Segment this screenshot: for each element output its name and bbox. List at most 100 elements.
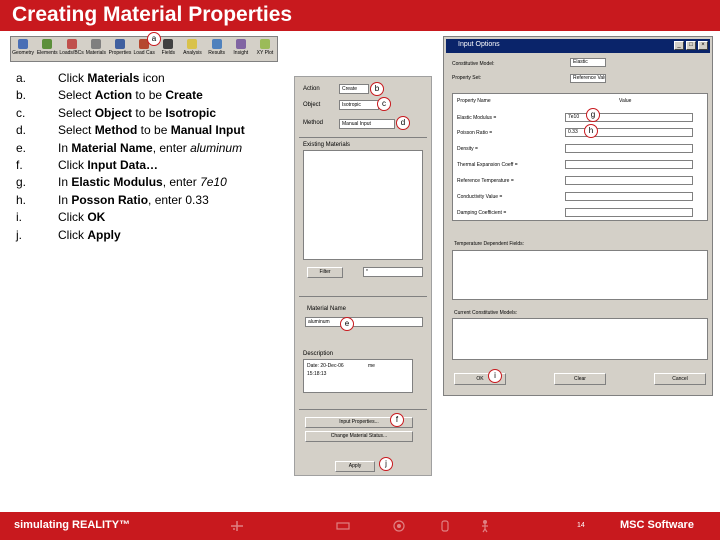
msc-software-logo: MSC Software — [620, 519, 694, 531]
step-text: Click Input Data… — [58, 157, 159, 172]
step-letter: f. — [16, 157, 23, 172]
constitutive-model-select[interactable]: Elastic — [570, 58, 606, 67]
current-models-label: Current Constitutive Models: — [454, 310, 518, 316]
toolbar-label: Analysis — [183, 50, 202, 56]
conductivity-input[interactable] — [565, 192, 693, 201]
damping-coefficient-input[interactable] — [565, 208, 693, 217]
step-item: c. Select Object to be Isotropic — [16, 106, 286, 123]
analysis-icon — [187, 39, 198, 49]
toolbar-label: Elements — [36, 50, 58, 56]
toolbar-item-geometry[interactable]: Geometry — [11, 37, 35, 61]
existing-materials-list[interactable] — [303, 150, 423, 260]
change-material-status-button[interactable]: Change Material Status... — [305, 431, 413, 442]
step-item: b. Select Action to be Create — [16, 88, 286, 105]
property-name: Elastic Modulus = — [457, 115, 497, 121]
train-icon — [336, 522, 350, 530]
loads-bcs-icon — [66, 39, 77, 49]
dialog-titlebar: Input Options _ □ × — [446, 39, 710, 53]
apply-button[interactable]: Apply — [335, 461, 375, 472]
method-select[interactable]: Manual Input — [339, 119, 395, 129]
properties-icon — [115, 39, 126, 49]
clear-button[interactable]: Clear — [554, 373, 606, 385]
step-text: In Elastic Modulus, enter 7e10 — [58, 175, 227, 190]
toolbar-label: Materials — [85, 50, 106, 56]
footer-bar: simulating REALITY™ 14 MSC Software — [0, 512, 720, 540]
callout-j: j — [379, 457, 393, 471]
toolbar-label: Insight — [233, 50, 249, 56]
step-letter: h. — [16, 192, 27, 207]
property-name: Reference Temperature = — [457, 178, 514, 184]
toolbar-item-results[interactable]: Results — [205, 37, 229, 61]
object-select[interactable]: Isotropic — [339, 100, 379, 110]
dependent-fields-label: Temperature Dependent Fields: — [454, 241, 525, 247]
step-letter: j. — [16, 227, 22, 242]
callout-a: a — [147, 32, 161, 46]
step-item: j. Click Apply — [16, 228, 286, 245]
step-list: a. Click Materials icon b. Select Action t… — [16, 71, 286, 245]
filter-input[interactable]: * — [363, 267, 423, 277]
toolbar-label: Fields — [161, 50, 175, 56]
dependent-fields-list[interactable] — [452, 250, 708, 300]
step-text: Click OK — [58, 210, 106, 225]
toolbar-label: Properties — [108, 50, 132, 56]
elastic-modulus-input[interactable]: 7e10 — [565, 113, 693, 122]
materials-icon — [90, 39, 101, 49]
step-letter: g. — [16, 175, 27, 190]
step-item: g. In Elastic Modulus, enter 7e10 — [16, 175, 286, 192]
density-input[interactable] — [565, 144, 693, 153]
page-title: Creating Material Properties — [12, 3, 293, 26]
property-name: Poisson Ratio = — [457, 130, 493, 136]
step-text: In Material Name, enter aluminum — [58, 140, 243, 155]
step-text: Click Apply — [58, 227, 121, 242]
toolbar-item-xy-plot[interactable]: XY Plot — [253, 37, 277, 61]
step-item: h. In Posson Ratio, enter 0.33 — [16, 193, 286, 210]
callout-e: e — [340, 317, 354, 331]
object-label: Object — [303, 102, 321, 108]
toolbar-label: Results — [208, 50, 225, 56]
action-select[interactable]: Create — [339, 84, 369, 94]
maximize-icon[interactable]: □ — [686, 41, 696, 50]
thermal-expansion-input[interactable] — [565, 160, 693, 169]
step-item: a. Click Materials icon — [16, 71, 286, 88]
reference-temperature-input[interactable] — [565, 176, 693, 185]
toolbar-item-insight[interactable]: Insight — [229, 37, 253, 61]
close-icon[interactable]: × — [698, 41, 708, 50]
description-label: Description — [303, 351, 334, 357]
method-label: Method — [303, 120, 324, 126]
minimize-icon[interactable]: _ — [674, 41, 684, 50]
current-models-list[interactable] — [452, 318, 708, 360]
description-box[interactable]: Date: 20-Dec-06 me 15:18:13 — [303, 359, 413, 393]
toolbar-item-elements[interactable]: Elements — [35, 37, 59, 61]
property-name-header: Property Name — [457, 98, 491, 104]
main-toolbar: Geometry Elements Loads/BCs Materials Pr… — [10, 36, 278, 62]
step-letter: a. — [16, 71, 27, 85]
materials-panel: Action Create Object Isotropic Method Ma… — [294, 76, 432, 476]
xy-plot-icon — [259, 39, 270, 49]
cancel-button[interactable]: Cancel — [654, 373, 706, 385]
constitutive-model-label: Constitutive Model: — [452, 61, 495, 67]
callout-h: h — [584, 124, 598, 138]
property-set-select[interactable]: Reference Values — [570, 74, 606, 83]
page-number: 14 — [577, 522, 585, 529]
title-bar: Creating Material Properties — [0, 0, 720, 31]
step-text: Select Method to be Manual Input — [58, 123, 245, 138]
step-text: Select Object to be Isotropic — [58, 105, 217, 120]
toolbar-label: Load Cas — [133, 50, 155, 56]
step-text: In Posson Ratio, enter 0.33 — [58, 192, 209, 207]
toolbar-item-materials[interactable]: Materials — [84, 37, 108, 61]
step-letter: d. — [16, 123, 27, 138]
target-icon — [393, 520, 405, 532]
property-name: Damping Coefficient = — [457, 210, 507, 216]
toolbar-item-properties[interactable]: Properties — [108, 37, 132, 61]
description-line: 15:18:13 — [307, 371, 327, 377]
toolbar-label: Geometry — [12, 50, 35, 56]
separator — [299, 137, 427, 138]
filter-button[interactable]: Filter — [307, 267, 343, 278]
toolbar-item-loads-bcs[interactable]: Loads/BCs — [59, 37, 84, 61]
results-icon — [211, 39, 222, 49]
step-text: Click Materials icon — [58, 71, 165, 85]
callout-c: c — [377, 97, 391, 111]
property-set-label: Property Set: — [452, 75, 482, 81]
material-name-input[interactable]: aluminum — [305, 317, 423, 327]
toolbar-item-analysis[interactable]: Analysis — [180, 37, 204, 61]
